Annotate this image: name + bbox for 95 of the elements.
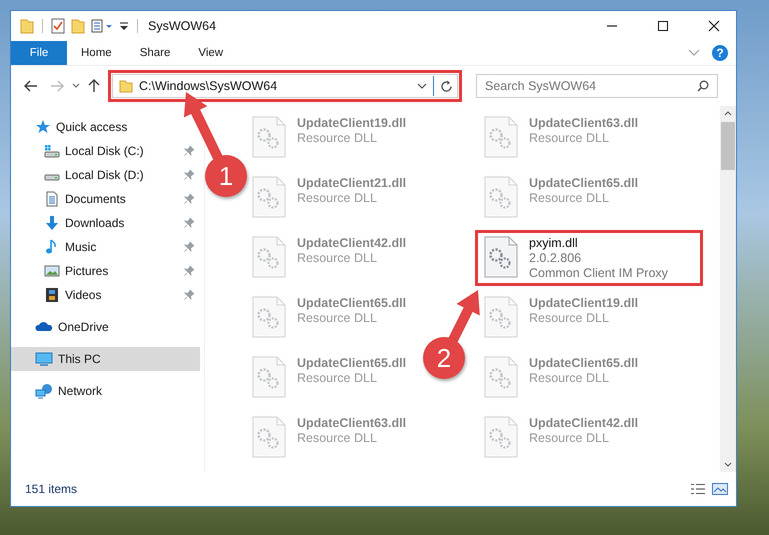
gear-file-icon	[251, 115, 287, 159]
sidebar-item[interactable]: Network	[11, 379, 200, 403]
gear-file-icon	[251, 235, 287, 279]
file-detail: Resource DLL	[529, 431, 610, 445]
sidebar-item[interactable]: Documents	[11, 187, 200, 211]
scroll-up-icon[interactable]	[724, 110, 732, 116]
item-count: 151 items	[25, 482, 78, 496]
gear-file-icon	[483, 235, 519, 279]
search-field[interactable]: Search SysWOW64	[476, 74, 718, 98]
file-name: pxyim.dll	[529, 236, 579, 250]
pin-icon[interactable]	[184, 218, 194, 228]
file-detail: Resource DLL	[529, 311, 610, 325]
file-name: UpdateClient63.dll	[297, 416, 406, 430]
file-detail: Resource DLL	[297, 251, 378, 265]
file-name: UpdateClient65.dll	[297, 356, 406, 370]
chevron-icon[interactable]	[688, 49, 700, 57]
file-detail: Common Client IM Proxy	[529, 266, 668, 280]
sidebar-item[interactable]: Local Disk (C:)	[11, 139, 200, 163]
file-name: UpdateClient42.dll	[297, 236, 406, 250]
pin-icon[interactable]	[184, 290, 194, 300]
file-name: UpdateClient63.dll	[529, 116, 638, 130]
gear-file-icon	[483, 115, 519, 159]
sidebar-item[interactable]: Music	[11, 235, 200, 259]
back-arrow-icon[interactable]	[24, 80, 38, 92]
properties-icon[interactable]	[91, 19, 113, 33]
monitor-icon	[35, 351, 53, 367]
star-icon	[35, 119, 51, 135]
file-detail: Resource DLL	[297, 431, 378, 445]
film-icon	[44, 287, 60, 303]
document-icon	[44, 191, 60, 207]
file-detail: Resource DLL	[297, 191, 378, 205]
file-name: UpdateClient65.dll	[529, 176, 638, 190]
sidebar-item[interactable]: Videos	[11, 283, 200, 307]
scrollbar[interactable]	[720, 106, 736, 472]
dropdown-icon[interactable]	[119, 20, 129, 32]
gear-file-icon	[483, 355, 519, 399]
gear-file-icon	[251, 355, 287, 399]
pin-icon[interactable]	[184, 266, 194, 276]
file-item[interactable]: pxyim.dll 2.0.2.806 Common Client IM Proxy	[483, 235, 668, 280]
tiles-view-icon[interactable]	[712, 483, 728, 495]
arrow	[448, 290, 480, 344]
sidebar-item[interactable]: Pictures	[11, 259, 200, 283]
drive-icon	[44, 143, 60, 159]
address-field[interactable]: C:\Windows\SysWOW64	[112, 74, 458, 98]
close-icon[interactable]	[708, 20, 720, 32]
file-detail: Resource DLL	[529, 191, 610, 205]
ribbon-tab[interactable]: Share	[126, 41, 184, 65]
search-icon[interactable]	[697, 80, 709, 92]
pin-icon[interactable]	[184, 146, 194, 156]
details-view-icon[interactable]	[690, 483, 706, 495]
sidebar-item[interactable]: Local Disk (D:)	[11, 163, 200, 187]
caret-icon[interactable]	[417, 83, 427, 89]
gear-file-icon	[483, 295, 519, 339]
help-button[interactable]: ?	[712, 45, 728, 61]
file-name: UpdateClient21.dll	[297, 176, 406, 190]
ribbon-tab[interactable]: View	[184, 41, 238, 65]
file-name: UpdateClient65.dll	[529, 356, 638, 370]
gear-file-icon	[251, 295, 287, 339]
file-name: UpdateClient19.dll	[297, 116, 406, 130]
sidebar-item[interactable]: Quick access	[11, 115, 200, 139]
file-detail: Resource DLL	[297, 311, 378, 325]
network-icon	[35, 383, 53, 399]
down-arrow-icon	[44, 215, 60, 231]
refresh-icon[interactable]	[440, 80, 453, 92]
ribbon-tab[interactable]: File	[11, 41, 67, 65]
file-detail: Resource DLL	[529, 131, 610, 145]
file-name: UpdateClient42.dll	[529, 416, 638, 430]
ribbon-tab[interactable]: Home	[67, 41, 126, 65]
checkmark-icon[interactable]	[51, 18, 65, 34]
picture-icon	[44, 263, 60, 279]
drive-icon	[44, 174, 60, 180]
maximize-icon[interactable]	[656, 20, 668, 32]
sidebar-item[interactable]: Downloads	[11, 211, 200, 235]
pin-icon[interactable]	[184, 170, 194, 180]
file-detail: Resource DLL	[297, 131, 378, 145]
gear-file-icon	[483, 415, 519, 459]
minimize-icon[interactable]	[606, 25, 618, 27]
sidebar-item[interactable]: This PC	[11, 347, 200, 371]
scrollbar-thumb[interactable]	[721, 122, 735, 170]
gear-file-icon	[251, 175, 287, 219]
gear-file-icon	[251, 415, 287, 459]
file-name: UpdateClient65.dll	[297, 296, 406, 310]
pin-icon[interactable]	[184, 242, 194, 252]
file-detail: 2.0.2.806	[529, 251, 582, 265]
sidebar-item[interactable]: OneDrive	[11, 315, 200, 339]
caret-icon[interactable]	[72, 83, 80, 89]
up-arrow-icon[interactable]	[88, 79, 100, 93]
gear-file-icon	[483, 175, 519, 219]
window-title: SysWOW64	[148, 19, 216, 33]
pin-icon[interactable]	[184, 194, 194, 204]
file-detail: Resource DLL	[529, 371, 610, 385]
file-detail: Resource DLL	[297, 371, 378, 385]
file-name: UpdateClient19.dll	[529, 296, 638, 310]
folder-icon	[119, 79, 133, 93]
scroll-down-icon[interactable]	[724, 462, 732, 468]
